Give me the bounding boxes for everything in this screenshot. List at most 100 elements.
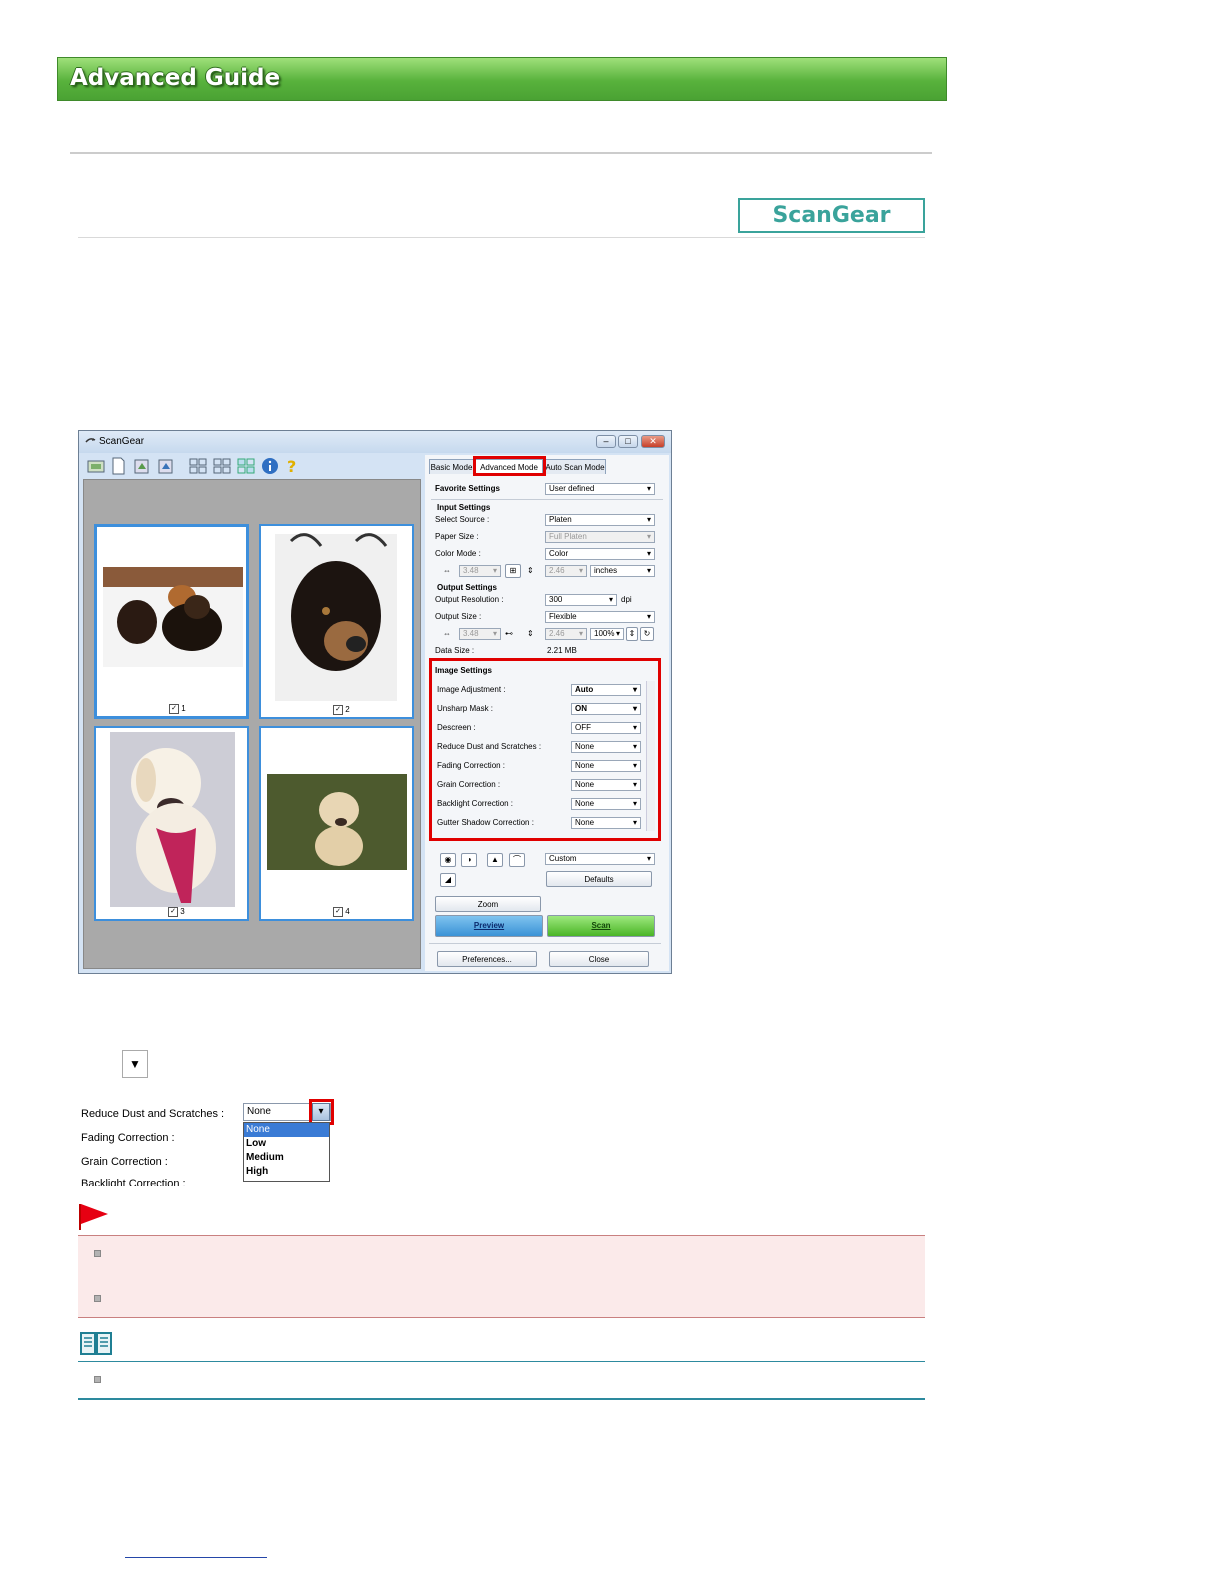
dog-on-grass-photo-image: [267, 774, 407, 870]
option-medium[interactable]: Medium: [244, 1151, 329, 1165]
final-review-icon[interactable]: ◢: [440, 873, 456, 887]
option-high[interactable]: High: [244, 1165, 329, 1179]
input-width-icon: ⇔: [443, 566, 451, 575]
scan-button[interactable]: Scan: [547, 915, 655, 937]
image-setting-label: Image Adjustment :: [437, 685, 506, 694]
thumbnail-1[interactable]: ✓ 1: [94, 524, 249, 719]
favorite-settings-label: Favorite Settings: [435, 484, 500, 493]
page-link-underline[interactable]: [125, 1557, 267, 1558]
clear-frames-icon[interactable]: [213, 457, 231, 475]
paper-size-label: Paper Size :: [435, 532, 479, 541]
brightness-icon[interactable]: ◑: [461, 853, 477, 867]
window-close-button[interactable]: ✕: [641, 435, 665, 448]
sample-label-grain: Grain Correction :: [81, 1156, 168, 1168]
output-size-dropdown[interactable]: Flexible: [545, 611, 655, 623]
note-book-icon: [80, 1332, 112, 1355]
select-source-dropdown[interactable]: Platen: [545, 514, 655, 526]
histogram-icon[interactable]: ▲: [487, 853, 503, 867]
header-divider: [78, 237, 925, 238]
image-setting-label: Reduce Dust and Scratches :: [437, 742, 542, 751]
unit-dropdown[interactable]: inches: [590, 565, 655, 577]
paper-size-dropdown[interactable]: Full Platen: [545, 531, 655, 543]
tab-basic-mode[interactable]: Basic Mode: [429, 459, 474, 474]
thumbnail-3[interactable]: ✓ 3: [94, 726, 249, 921]
color-mode-dropdown[interactable]: Color: [545, 548, 655, 560]
minimize-button[interactable]: –: [596, 435, 616, 448]
thumbnail-check-2[interactable]: ✓ 2: [333, 705, 350, 715]
defaults-button[interactable]: Defaults: [546, 871, 652, 887]
sample-options-list: None Low Medium High: [243, 1122, 330, 1182]
tab-auto-scan-mode[interactable]: Auto Scan Mode: [544, 459, 606, 474]
color-mode-label: Color Mode :: [435, 549, 481, 558]
important-bullet-2: [94, 1295, 101, 1302]
preview-button[interactable]: Preview: [435, 915, 543, 937]
image-settings-scrollbar[interactable]: [646, 681, 655, 831]
guide-banner: Advanced Guide: [57, 57, 947, 101]
image-setting-dropdown[interactable]: ON: [571, 703, 641, 715]
dachshund-photo-image: [275, 533, 397, 704]
image-setting-dropdown[interactable]: None: [571, 741, 641, 753]
image-setting-dropdown[interactable]: OFF: [571, 722, 641, 734]
info-icon[interactable]: [261, 457, 279, 475]
scale-stepper[interactable]: ⇕: [626, 627, 638, 641]
rotate-right-icon[interactable]: [157, 457, 175, 475]
image-setting-dropdown[interactable]: None: [571, 798, 641, 810]
thumbnail-check-1[interactable]: ✓ 1: [169, 704, 186, 714]
image-setting-label: Unsharp Mask :: [437, 704, 494, 713]
aspect-lock-icon[interactable]: ⊞: [505, 564, 521, 578]
bottom-divider: [429, 943, 661, 944]
image-setting-label: Fading Correction :: [437, 761, 506, 770]
select-all-frames-icon[interactable]: [189, 457, 207, 475]
help-icon[interactable]: ?: [283, 457, 301, 475]
image-setting-dropdown[interactable]: None: [571, 779, 641, 791]
banner-title: Advanced Guide: [70, 65, 281, 91]
input-height-icon: ⇕: [527, 566, 534, 575]
multi-crop-icon[interactable]: [237, 457, 255, 475]
image-setting-dropdown[interactable]: None: [571, 817, 641, 829]
tone-curve-icon[interactable]: ⌒: [509, 853, 525, 867]
dogs-photo-image: [103, 567, 243, 667]
scale-field[interactable]: 100%: [590, 628, 624, 640]
svg-text:?: ?: [287, 457, 296, 475]
swap-size-icon[interactable]: ↻: [640, 627, 654, 641]
important-box: [78, 1235, 925, 1318]
option-low[interactable]: Low: [244, 1137, 329, 1151]
thumbnail-check-3[interactable]: ✓ 3: [168, 907, 185, 917]
thumbnail-4[interactable]: ✓ 4: [259, 726, 414, 921]
select-source-label: Select Source :: [435, 515, 490, 524]
output-resolution-dropdown[interactable]: 300: [545, 594, 617, 606]
close-button[interactable]: Close: [549, 951, 649, 967]
input-height-field[interactable]: 2.46: [545, 565, 587, 577]
output-resolution-label: Output Resolution :: [435, 595, 504, 604]
input-width-field[interactable]: 3.48: [459, 565, 501, 577]
rotate-left-icon[interactable]: [133, 457, 151, 475]
output-width-field[interactable]: 3.48: [459, 628, 501, 640]
scanner-icon[interactable]: [87, 457, 105, 475]
sample-label-reduce-dust: Reduce Dust and Scratches :: [81, 1108, 225, 1120]
image-setting-label: Gutter Shadow Correction :: [437, 818, 534, 827]
scangear-window: ScanGear – □ ✕ ? ✓ 1 ✓ 2 ✓ 3 ✓ 4 Basic M…: [78, 430, 672, 974]
option-none[interactable]: None: [244, 1123, 329, 1137]
link-icon[interactable]: ⊷: [505, 629, 513, 638]
preferences-button[interactable]: Preferences...: [437, 951, 537, 967]
advanced-mode-highlight: [473, 456, 546, 476]
data-size-value: 2.21 MB: [547, 646, 577, 655]
sample-label-fading: Fading Correction :: [81, 1132, 175, 1144]
blank-page-icon[interactable]: [109, 457, 127, 475]
important-bullet-1: [94, 1250, 101, 1257]
saturation-icon[interactable]: ◉: [440, 853, 456, 867]
image-setting-dropdown[interactable]: Auto: [571, 684, 641, 696]
maximize-button[interactable]: □: [618, 435, 638, 448]
output-height-field[interactable]: 2.46: [545, 628, 587, 640]
output-width-icon: ⇔: [443, 629, 451, 638]
note-box: [78, 1361, 925, 1400]
color-preset-dropdown[interactable]: Custom: [545, 853, 655, 865]
thumbnail-2[interactable]: ✓ 2: [259, 524, 414, 719]
zoom-button[interactable]: Zoom: [435, 896, 541, 912]
output-settings-heading: Output Settings: [437, 583, 497, 592]
input-settings-heading: Input Settings: [437, 503, 491, 512]
image-setting-dropdown[interactable]: None: [571, 760, 641, 772]
thumbnail-check-4[interactable]: ✓ 4: [333, 907, 350, 917]
favorite-settings-dropdown[interactable]: User defined: [545, 483, 655, 495]
image-setting-label: Backlight Correction :: [437, 799, 514, 808]
